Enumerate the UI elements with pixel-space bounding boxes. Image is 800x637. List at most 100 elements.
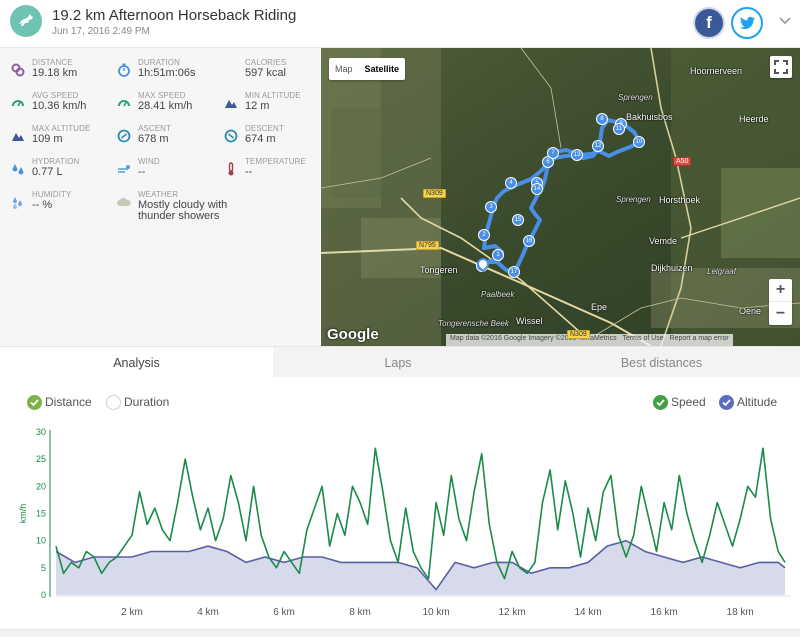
x-tick-label: 12 km	[498, 607, 525, 618]
tab-analysis[interactable]: Analysis	[0, 347, 273, 378]
route-marker[interactable]: 16	[523, 235, 535, 247]
route-marker[interactable]: 10	[633, 136, 645, 148]
road-number-badge: N795	[416, 241, 439, 250]
ascent-icon	[117, 129, 131, 143]
route-marker[interactable]: 8	[596, 113, 608, 125]
activity-header: 19.2 km Afternoon Horseback Riding Jun 1…	[0, 0, 800, 48]
road-number-badge: A50	[673, 157, 692, 166]
stat-value: 10.36 km/h	[32, 100, 87, 112]
footer-divider	[0, 629, 800, 637]
descent-icon	[224, 129, 238, 143]
route-marker[interactable]: 17	[508, 266, 520, 278]
stat-wind: WIND --	[117, 157, 221, 189]
stat-label: AVG SPEED	[32, 91, 79, 100]
mountain-icon	[225, 100, 237, 108]
stat-min-altitude: MIN ALTITUDE 12 m	[224, 91, 328, 123]
stat-label: DURATION	[138, 58, 180, 67]
stat-label: MAX ALTITUDE	[32, 124, 91, 133]
route-marker[interactable]: 15	[512, 214, 524, 226]
speed-altitude-chart[interactable]: 0 5 10 15 20 25 30 km/h 2 km 4 km 6 km 8 km 10 km 12 …	[0, 420, 800, 635]
x-tick-label: 14 km	[574, 607, 601, 618]
altitude-legend-label: Altitude	[737, 395, 778, 409]
zoom-controls[interactable]: + −	[769, 279, 792, 325]
stat-label: WIND	[138, 157, 160, 166]
route-marker[interactable]: 13	[571, 149, 583, 161]
google-logo: Google	[327, 326, 379, 343]
droplets-icon	[12, 164, 24, 175]
stat-calories: CALORIES 597 kcal	[224, 58, 328, 90]
route-marker[interactable]: 14	[531, 183, 543, 195]
tab-laps[interactable]: Laps	[273, 347, 523, 378]
stat-label: TEMPERATURE	[245, 157, 306, 166]
map-place-label: Oene	[739, 306, 762, 316]
route-marker[interactable]: 7	[547, 147, 559, 159]
flame-icon	[224, 63, 238, 77]
stat-label: CALORIES	[245, 58, 287, 67]
route-marker[interactable]: 11	[613, 123, 625, 135]
speedometer-icon	[118, 100, 130, 107]
map-data-credit: Map data ©2016 Google Imagery ©2016 Terr…	[450, 335, 617, 342]
fullscreen-button[interactable]	[770, 56, 792, 78]
x-axis-duration-option[interactable]: Duration	[106, 394, 169, 410]
report-error-link[interactable]: Report a map error	[670, 335, 729, 342]
stat-value: --	[138, 166, 146, 178]
stat-value: Mostly cloudy with thunder showers	[138, 199, 228, 222]
analysis-tabs: Analysis Laps Best distances	[0, 346, 800, 378]
map-type-map[interactable]: Map	[329, 58, 359, 80]
map-place-label: Tongeren	[420, 265, 458, 275]
terms-link[interactable]: Terms of Use	[622, 335, 663, 342]
stat-label: DISTANCE	[32, 58, 73, 67]
facebook-share-button[interactable]: f	[693, 7, 725, 39]
distance-option-label: Distance	[45, 395, 92, 409]
map-place-label: Dijkhuizen	[651, 263, 693, 273]
stat-ascent: ASCENT 678 m	[117, 124, 221, 156]
series-speed-toggle[interactable]: Speed	[653, 394, 706, 410]
route-marker[interactable]: 4	[505, 177, 517, 189]
y-tick-label: 0	[41, 590, 46, 600]
route-marker[interactable]: 12	[592, 140, 604, 152]
zoom-out-button[interactable]: −	[769, 302, 792, 325]
x-axis-distance-option[interactable]: Distance	[27, 394, 92, 410]
thermometer-icon	[228, 162, 234, 176]
stat-max-altitude: MAX ALTITUDE 109 m	[11, 124, 115, 156]
stat-humidity: HUMIDITY -- %	[11, 190, 115, 222]
twitter-share-button[interactable]	[731, 7, 763, 39]
stat-value: 678 m	[138, 133, 169, 145]
chevron-down-icon[interactable]	[778, 13, 792, 27]
series-altitude-toggle[interactable]: Altitude	[719, 394, 777, 410]
route-map[interactable]: Map Satellite + − Google Map data ©2016 …	[321, 48, 800, 346]
mountain-icon	[12, 133, 24, 141]
stat-temperature: TEMPERATURE --	[224, 157, 328, 189]
y-axis-label: km/h	[18, 504, 28, 524]
route-marker[interactable]: 3	[485, 201, 497, 213]
zoom-in-button[interactable]: +	[769, 279, 792, 302]
horseback-riding-icon	[10, 5, 42, 37]
y-tick-label: 15	[36, 509, 46, 519]
x-tick-label: 4 km	[197, 607, 219, 618]
stat-label: WEATHER	[138, 190, 179, 199]
stat-label: MAX SPEED	[138, 91, 186, 100]
stat-value: 109 m	[32, 133, 63, 145]
x-tick-label: 2 km	[121, 607, 143, 618]
stat-value: 597 kcal	[245, 67, 286, 79]
route-marker[interactable]: 1	[492, 249, 504, 261]
road-number-badge: N309	[567, 330, 590, 339]
stat-hydration: HYDRATION 0.77 L	[11, 157, 115, 189]
stat-avg-speed: AVG SPEED 10.36 km/h	[11, 91, 115, 123]
tab-best-distances[interactable]: Best distances	[523, 347, 800, 378]
y-tick-label: 30	[36, 427, 46, 437]
stat-label: DESCENT	[245, 124, 284, 133]
map-type-toggle[interactable]: Map Satellite	[329, 58, 406, 80]
fullscreen-icon	[774, 60, 788, 74]
map-type-satellite[interactable]: Satellite	[359, 58, 406, 80]
stat-value: -- %	[32, 199, 53, 211]
checkmark-icon	[719, 394, 734, 410]
road-number-badge: N309	[423, 189, 446, 198]
activity-date: Jun 17, 2016 2:49 PM	[52, 26, 150, 37]
stopwatch-icon	[118, 63, 130, 77]
map-place-label: Horsthoek	[659, 195, 701, 205]
stat-label: MIN ALTITUDE	[245, 91, 301, 100]
cloud-icon	[117, 197, 131, 206]
x-tick-label: 10 km	[422, 607, 449, 618]
route-marker[interactable]: 2	[478, 229, 490, 241]
